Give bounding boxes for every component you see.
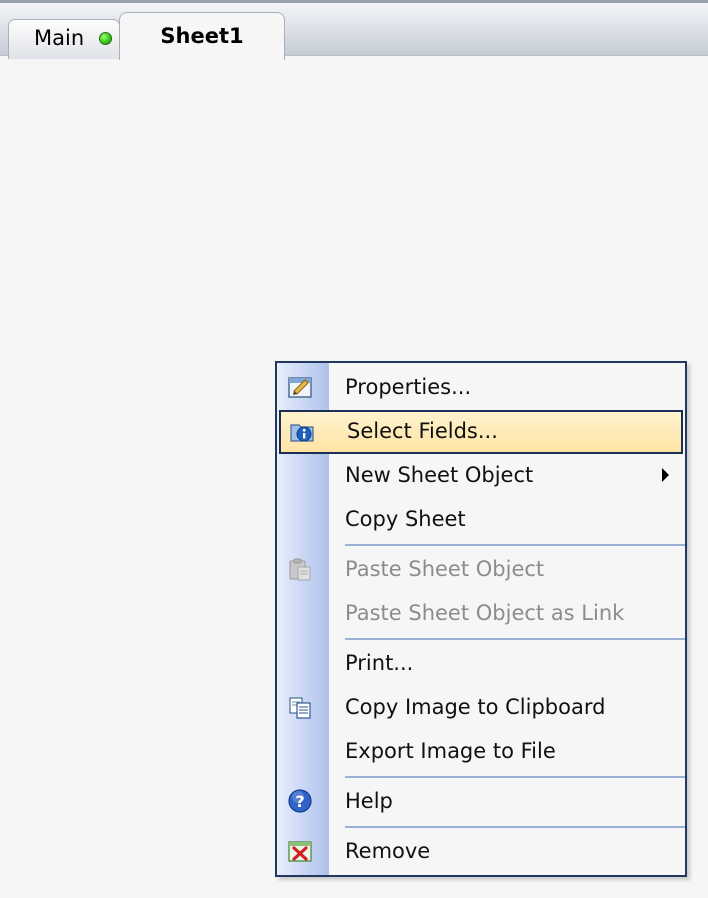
sheet-tab-bar: Main Sheet1 (0, 0, 708, 60)
tab-main-label: Main (34, 26, 85, 50)
menu-item-remove[interactable]: Remove (277, 830, 685, 874)
copy-icon (287, 694, 313, 720)
tab-sheet1-label: Sheet1 (160, 24, 244, 48)
select-fields-icon (289, 418, 315, 444)
menu-item-copy-sheet[interactable]: Copy Sheet (277, 498, 685, 542)
menu-item-label: Paste Sheet Object (345, 557, 545, 581)
menu-item-export-image-to-file[interactable]: Export Image to File (277, 730, 685, 774)
menu-item-label: Select Fields... (347, 419, 498, 443)
menu-item-print[interactable]: Print... (277, 642, 685, 686)
menu-separator (345, 776, 685, 778)
properties-icon (287, 374, 313, 400)
menu-separator (345, 826, 685, 828)
context-menu: Properties... Select Fields... New Sheet… (275, 361, 687, 877)
menu-separator (345, 544, 685, 546)
menu-item-properties[interactable]: Properties... (277, 366, 685, 410)
menu-separator (345, 638, 685, 640)
paste-icon (287, 556, 313, 582)
menu-item-label: Help (345, 789, 393, 813)
menu-item-help[interactable]: ? Help (277, 780, 685, 824)
menu-item-copy-image-to-clipboard[interactable]: Copy Image to Clipboard (277, 686, 685, 730)
status-dot-icon (99, 32, 112, 45)
help-icon: ? (287, 788, 313, 814)
menu-item-label: Properties... (345, 375, 472, 399)
menu-item-label: Print... (345, 651, 414, 675)
svg-text:?: ? (295, 792, 304, 811)
menu-item-label: Export Image to File (345, 739, 556, 763)
menu-item-new-sheet-object[interactable]: New Sheet Object (277, 454, 685, 498)
remove-icon (287, 838, 313, 864)
menu-item-label: Copy Sheet (345, 507, 466, 531)
menu-item-label: Paste Sheet Object as Link (345, 601, 625, 625)
tab-sheet1[interactable]: Sheet1 (119, 12, 285, 60)
menu-item-paste-sheet-object-as-link[interactable]: Paste Sheet Object as Link (277, 592, 685, 636)
menu-item-label: New Sheet Object (345, 463, 534, 487)
menu-item-paste-sheet-object[interactable]: Paste Sheet Object (277, 548, 685, 592)
tab-main[interactable]: Main (8, 19, 120, 59)
menu-item-label: Copy Image to Clipboard (345, 695, 606, 719)
menu-item-select-fields[interactable]: Select Fields... (279, 410, 683, 454)
menu-item-label: Remove (345, 839, 431, 863)
submenu-arrow-icon (662, 468, 669, 482)
